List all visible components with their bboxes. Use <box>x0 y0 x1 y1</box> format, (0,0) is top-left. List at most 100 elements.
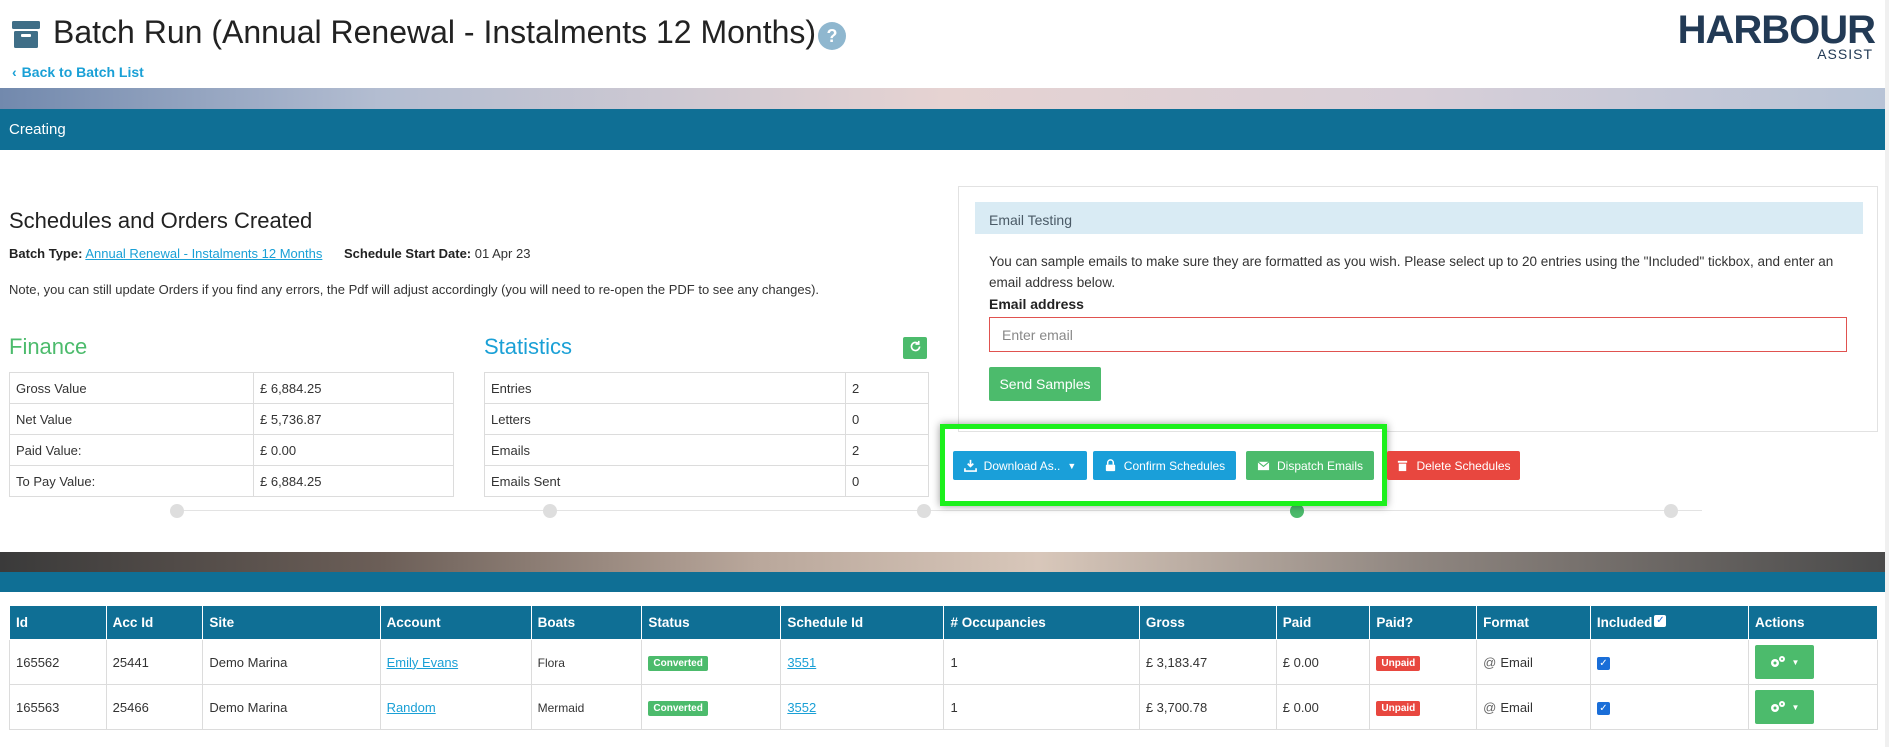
statistics-row: Emails 2 <box>484 434 929 466</box>
confirm-schedules-button[interactable]: Confirm Schedules <box>1093 451 1236 480</box>
column-header-label: Id <box>16 615 28 630</box>
column-header: Schedule Id <box>780 605 945 640</box>
table-row: 165562 25441 Demo Marina Emily Evans Flora Co… <box>9 639 1878 685</box>
caret-down-icon: ▼ <box>1067 460 1077 471</box>
gross-cell: £ 3,700.78 <box>1138 684 1277 730</box>
email-input[interactable] <box>989 317 1847 352</box>
included-checkbox[interactable]: ✓ <box>1596 702 1610 715</box>
statistics-value: 0 <box>845 403 929 435</box>
row-actions-button[interactable]: ▼ <box>1755 645 1814 679</box>
site-cell: Demo Marina <box>202 684 381 730</box>
at-sign-icon: @ <box>1483 699 1497 715</box>
status-cell: Converted <box>641 684 782 730</box>
table-row: 165563 25466 Demo Marina Random Mermaid Conve… <box>9 684 1878 730</box>
finance-table: Gross Value £ 6,884.25 Net Value £ 5,736.87… <box>9 372 454 497</box>
column-header-label: Schedule Id <box>787 615 864 630</box>
column-header-label: Account <box>386 615 441 630</box>
finance-value: £ 6,884.25 <box>253 465 454 497</box>
email-testing-panel: Email Testing You can sample emails to m… <box>958 186 1878 432</box>
dispatch-emails-button[interactable]: Dispatch Emails <box>1246 451 1374 480</box>
included-cell: ✓ <box>1589 684 1750 730</box>
paid-cell: £ 0.00 <box>1275 684 1371 730</box>
finance-heading: Finance <box>9 334 88 359</box>
column-header-label: # Occupancies <box>950 615 1046 630</box>
back-to-batch-list-link[interactable]: ‹ Back to Batch List <box>12 64 144 80</box>
account-cell: Random <box>379 684 532 730</box>
statistics-label: Emails <box>484 434 846 466</box>
paid-value: £ 0.00 <box>1282 654 1319 670</box>
header-banner-image <box>0 88 1889 109</box>
occupancies-value: 1 <box>950 699 958 715</box>
column-header: # Occupancies <box>943 605 1140 640</box>
boat-value: Mermaid <box>537 700 585 715</box>
site-value: Demo Marina <box>209 654 288 670</box>
column-header: Paid? <box>1369 605 1478 640</box>
statistics-value: 2 <box>845 372 929 404</box>
id-cell: 165562 <box>9 639 107 685</box>
included-checkbox[interactable]: ✓ <box>1596 657 1610 670</box>
progress-step-dot <box>170 504 184 518</box>
section-title: Schedules and Orders Created <box>9 208 313 233</box>
email-address-label: Email address <box>989 296 1084 312</box>
column-header: Format <box>1476 605 1591 640</box>
status-badge: Converted <box>648 700 708 716</box>
dispatch-emails-label: Dispatch Emails <box>1276 458 1364 473</box>
statistics-label: Emails Sent <box>484 465 846 497</box>
back-link-label: Back to Batch List <box>21 64 144 80</box>
batch-type-label: Batch Type: <box>9 246 83 261</box>
site-cell: Demo Marina <box>202 639 381 685</box>
column-header-label: Paid? <box>1376 615 1414 630</box>
column-header: Included ✓ <box>1589 605 1750 640</box>
download-icon <box>963 459 977 472</box>
column-header-label: Paid <box>1282 615 1312 630</box>
lock-icon <box>1105 459 1115 472</box>
statistics-heading: Statistics <box>484 334 573 359</box>
id-cell: 165563 <box>9 684 107 730</box>
delete-schedules-button[interactable]: Delete Schedules <box>1387 451 1520 480</box>
finance-row: Net Value £ 5,736.87 <box>9 403 454 435</box>
status-text: Creating <box>9 121 66 138</box>
account-link[interactable]: Emily Evans <box>387 655 459 670</box>
send-samples-button[interactable]: Send Samples <box>989 367 1101 401</box>
acc-id-cell: 25466 <box>105 684 204 730</box>
scrollbar[interactable] <box>1885 0 1889 747</box>
column-header-label: Included <box>1596 615 1653 630</box>
boats-cell: Flora <box>530 639 643 685</box>
paid-status-badge: Unpaid <box>1376 700 1421 716</box>
finance-value: £ 0.00 <box>253 434 454 466</box>
account-link[interactable]: Random <box>387 700 436 715</box>
boat-value: Flora <box>537 655 565 670</box>
delete-schedules-label: Delete Schedules <box>1416 458 1511 473</box>
table-top-band <box>0 572 1889 592</box>
trash-icon <box>1398 460 1408 472</box>
gross-value: £ 3,700.78 <box>1145 699 1208 715</box>
column-header: Actions <box>1748 605 1878 640</box>
paid-status-cell: Unpaid <box>1369 639 1478 685</box>
schedule-id-link[interactable]: 3552 <box>787 700 816 715</box>
download-as-button[interactable]: Download As.. ▼ <box>953 451 1087 480</box>
at-sign-icon: @ <box>1483 654 1497 670</box>
finance-label: Gross Value <box>9 372 254 404</box>
column-header-label: Status <box>648 615 690 630</box>
column-header-label: Gross <box>1145 615 1185 630</box>
column-header: Gross <box>1138 605 1277 640</box>
download-as-label: Download As.. <box>983 458 1061 473</box>
paid-status-badge: Unpaid <box>1376 655 1421 671</box>
site-value: Demo Marina <box>209 699 288 715</box>
gross-value: £ 3,183.47 <box>1145 654 1208 670</box>
refresh-button[interactable] <box>903 337 927 359</box>
help-icon[interactable]: ? <box>818 22 846 50</box>
id-value: 165563 <box>16 699 60 715</box>
batch-type-link[interactable]: Annual Renewal - Instalments 12 Months <box>85 246 322 261</box>
row-actions-button[interactable]: ▼ <box>1755 690 1814 724</box>
status-bar: Creating <box>0 109 1889 150</box>
footer-banner-image <box>0 552 1889 572</box>
column-header-label: Actions <box>1755 615 1805 630</box>
boats-cell: Mermaid <box>530 684 643 730</box>
schedules-table: Id Acc Id Site Account Boats Status Schedule I… <box>9 605 1878 730</box>
finance-value: £ 6,884.25 <box>253 372 454 404</box>
include-all-checkbox[interactable]: ✓ <box>1654 615 1667 627</box>
schedule-id-link[interactable]: 3551 <box>787 655 816 670</box>
progress-step-dot <box>1664 504 1678 518</box>
start-date-value: 01 Apr 23 <box>474 246 531 261</box>
